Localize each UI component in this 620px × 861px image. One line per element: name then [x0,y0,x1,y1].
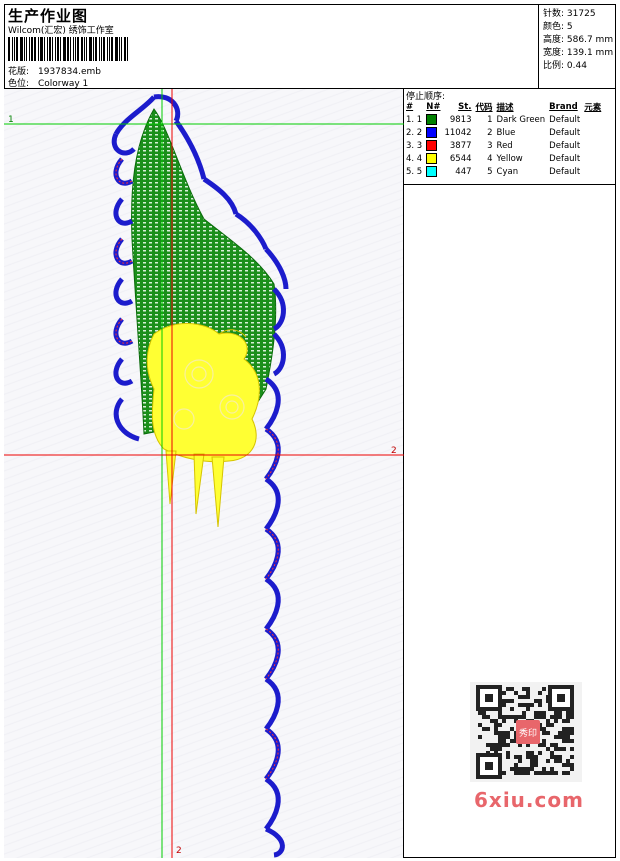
thread-row: 4. 4 6544 4 Yellow Default [404,152,603,165]
row-swatch [424,113,442,126]
thread-row: 1. 1 9813 1 Dark Green Default [404,113,603,126]
color-swatch [426,166,438,177]
embroidery-design [4,89,404,858]
qr-code: 秀印 [470,682,582,782]
color-swatch [426,140,438,151]
thread-row: 5. 5 447 5 Cyan Default [404,165,603,178]
colorway-label: 色位: [8,79,30,89]
row-brand: Default [549,127,581,138]
row-element [582,113,603,126]
qr-badge-text: 秀印 [519,727,537,739]
row-stitches: 3877 [449,140,472,151]
row-index: 5. 5 [406,166,423,177]
col-stitches: St. [458,102,472,112]
stat-colors: 颜色: 5 [543,22,573,32]
thread-row: 2. 2 11042 2 Blue Default [404,126,603,139]
stat-height: 高度: 586.7 mm [543,35,614,45]
row-index: 1. 1 [406,114,423,125]
row-swatch [424,126,442,139]
row-element [582,139,603,152]
axis-label-h1: 1 [8,115,14,125]
row-swatch [424,165,442,178]
row-code: 2 [487,127,493,138]
row-brand: Default [549,114,581,125]
row-code: 4 [487,153,493,164]
row-description: Yellow [496,153,523,164]
axis-label-h2: 2 [391,446,397,456]
row-index: 3. 3 [406,140,423,151]
row-element [582,126,603,139]
barcode [8,37,144,61]
col-description: 描述 [496,103,514,113]
row-swatch [424,139,442,152]
thread-panel: 停止顺序: # N# St. 代码 描述 Brand 元素 1. 1 9813 1 D… [404,89,616,185]
row-description: Red [496,140,513,151]
row-brand: Default [549,140,581,151]
col-element: 元素 [584,103,602,113]
row-element [582,152,603,165]
thread-table: # N# St. 代码 描述 Brand 元素 1. 1 9813 1 Dark Gr… [404,101,603,178]
axis-label-v2: 2 [176,846,182,856]
header-info: 生产作业图 Wilcom(汇宏) 绣饰工作室 花版: 1937834.emb 色位… [4,4,539,89]
row-brand: Default [549,153,581,164]
col-needle: N# [426,102,441,112]
row-stitches: 447 [455,166,472,177]
row-stitches: 11042 [444,127,472,138]
color-swatch [426,153,438,164]
row-description: Blue [496,127,516,138]
watermark: 6xiu.com [474,788,584,812]
row-code: 5 [487,166,493,177]
row-description: Cyan [496,166,519,177]
stat-scale: 比例: 0.44 [543,61,587,71]
row-brand: Default [549,166,581,177]
col-index: # [406,102,414,112]
row-stitches: 6544 [449,153,472,164]
thread-row: 3. 3 3877 3 Red Default [404,139,603,152]
row-code: 3 [487,140,493,151]
design-canvas: 1 2 2 [4,89,404,858]
color-swatch [426,114,438,125]
row-index: 2. 2 [406,127,423,138]
colorway-value: Colorway 1 [38,79,89,89]
colorway-line: 色位: Colorway 1 [8,76,88,89]
row-index: 4. 4 [406,153,423,164]
row-swatch [424,152,442,165]
row-element [582,165,603,178]
stats-box: 针数: 31725 颜色: 5 高度: 586.7 mm 宽度: 139.1 m… [539,4,616,89]
stat-stitches: 针数: 31725 [543,9,596,19]
color-swatch [426,127,438,138]
col-code: 代码 [475,103,493,113]
row-code: 1 [487,114,493,125]
studio-name: Wilcom(汇宏) 绣饰工作室 [8,26,114,36]
col-brand: Brand [549,102,578,112]
row-stitches: 9813 [449,114,472,125]
row-description: Dark Green [496,114,546,125]
stat-width: 宽度: 139.1 mm [543,48,614,58]
